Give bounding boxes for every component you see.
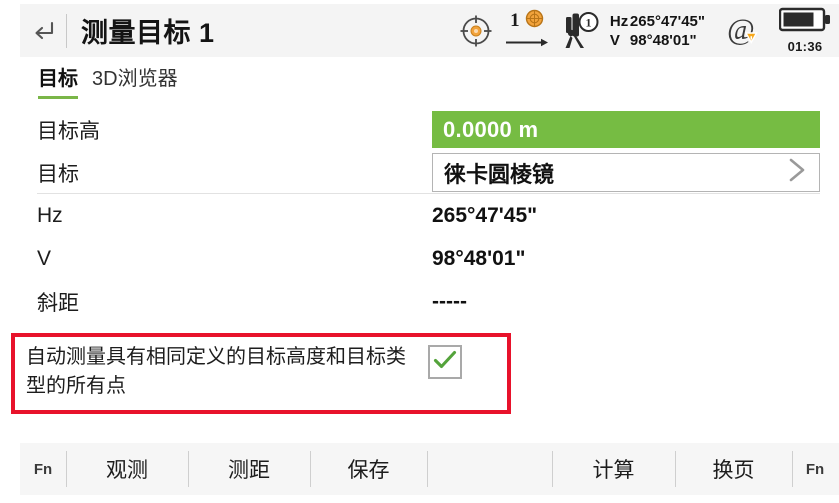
v-value: 98°48'01" bbox=[629, 31, 697, 49]
total-station-icon[interactable]: 1 bbox=[559, 11, 601, 51]
back-button[interactable] bbox=[20, 4, 66, 57]
hz-value: 265°47'45" bbox=[629, 12, 705, 30]
prism-count-indicator[interactable]: 1 bbox=[505, 9, 549, 52]
auto-measure-label: 自动测量具有相同定义的目标高度和目标类型的所有点 bbox=[26, 346, 406, 397]
label-slope-distance: 斜距 bbox=[37, 291, 79, 315]
label-v: V bbox=[37, 246, 52, 270]
label-target-height: 目标高 bbox=[37, 119, 100, 143]
auto-measure-checkbox[interactable] bbox=[428, 345, 462, 379]
battery-time-label: 01:36 bbox=[787, 39, 823, 54]
arrow-right-icon bbox=[505, 34, 549, 52]
battery-indicator[interactable]: 01:36 bbox=[778, 7, 831, 54]
prism-icon bbox=[525, 9, 544, 33]
target-type-select[interactable]: 徕卡圆棱镜 bbox=[432, 153, 820, 192]
page-button[interactable]: 换页 bbox=[675, 443, 792, 495]
crosshair-target-icon[interactable] bbox=[457, 12, 495, 50]
chevron-right-icon bbox=[783, 155, 811, 190]
hz-label: Hz bbox=[609, 12, 629, 30]
target-height-value: 0.0000 m bbox=[443, 116, 539, 142]
label-target-type: 目标 bbox=[37, 162, 79, 186]
calculate-button[interactable]: 计算 bbox=[552, 443, 675, 495]
row-v: V 98°48'01" bbox=[20, 237, 820, 280]
at-sign-warning-icon[interactable]: @ bbox=[725, 11, 765, 51]
tab-target[interactable]: 目标 bbox=[38, 62, 78, 99]
target-type-value: 徕卡圆棱镜 bbox=[444, 161, 555, 187]
row-hz: Hz 265°47'45" bbox=[20, 194, 820, 237]
back-arrow-icon bbox=[30, 19, 56, 43]
angle-readout: Hz 265°47'45" V 98°48'01" bbox=[610, 12, 705, 50]
prism-count-label: 1 bbox=[510, 10, 520, 31]
row-target-height: 目标高 0.0000 m bbox=[20, 108, 820, 151]
checkmark-icon bbox=[432, 349, 458, 376]
fn-right-button[interactable]: Fn bbox=[792, 443, 838, 495]
value-hz: 265°47'45" bbox=[432, 203, 538, 227]
app-screen: 测量目标 1 1 1 Hz 265°47'45" V 98°48'01" @ 0… bbox=[0, 0, 839, 503]
battery-icon bbox=[778, 7, 831, 37]
v-label: V bbox=[609, 31, 620, 49]
value-slope-distance: ----- bbox=[432, 289, 467, 313]
header-divider bbox=[66, 13, 67, 48]
toolbar-empty-slot bbox=[427, 443, 552, 495]
value-v: 98°48'01" bbox=[432, 246, 526, 270]
status-bar: 1 1 Hz 265°47'45" V 98°48'01" @ 01:36 bbox=[457, 4, 839, 57]
fn-left-button[interactable]: Fn bbox=[20, 443, 66, 495]
row-slope-distance: 斜距 ----- bbox=[20, 280, 820, 323]
row-target-type: 目标 徕卡圆棱镜 bbox=[20, 151, 820, 194]
distance-button[interactable]: 测距 bbox=[188, 443, 310, 495]
tab-3d-viewer[interactable]: 3D浏览器 bbox=[92, 62, 178, 99]
measurement-form: 目标高 0.0000 m 目标 徕卡圆棱镜 Hz 265°47'45" V 98… bbox=[20, 108, 820, 323]
svg-text:1: 1 bbox=[585, 15, 591, 29]
observe-button[interactable]: 观测 bbox=[66, 443, 188, 495]
header-bar: 测量目标 1 1 1 Hz 265°47'45" V 98°48'01" @ 0… bbox=[20, 4, 839, 57]
save-button[interactable]: 保存 bbox=[310, 443, 427, 495]
bottom-toolbar: Fn 观测 测距 保存 计算 换页 Fn bbox=[20, 443, 839, 495]
tab-bar: 目标 3D浏览器 bbox=[38, 62, 178, 99]
target-height-field[interactable]: 0.0000 m bbox=[432, 111, 820, 148]
page-title: 测量目标 1 bbox=[81, 18, 215, 48]
label-hz: Hz bbox=[37, 203, 63, 227]
